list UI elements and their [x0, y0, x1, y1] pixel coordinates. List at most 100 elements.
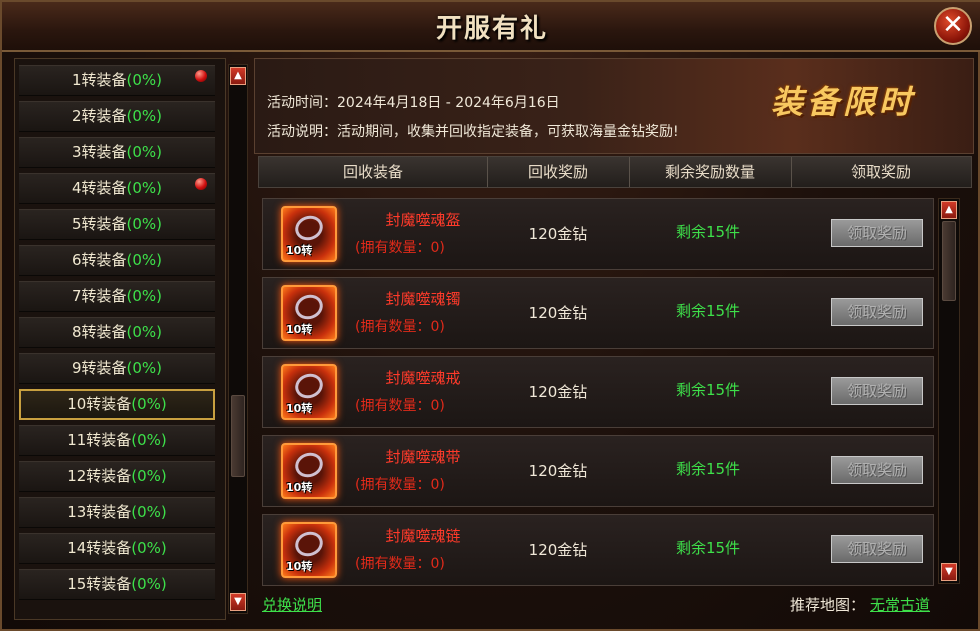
exchange-info-link[interactable]: 兑换说明: [262, 594, 322, 615]
equipment-icon[interactable]: 10转: [281, 206, 337, 262]
equipment-level: 10转: [286, 560, 313, 573]
sidebar-item-tier-10[interactable]: 10转装备(0%): [19, 389, 215, 420]
sidebar-item-label: 3转装备: [71, 143, 127, 161]
title-bar: 开服有礼 ✕: [2, 2, 980, 52]
col-claim: 领取奖励: [850, 163, 911, 181]
window-title: 开服有礼: [435, 14, 548, 44]
sidebar-item-progress: (0%): [131, 395, 167, 413]
scroll-up-icon[interactable]: ▲: [230, 67, 246, 85]
map-link[interactable]: 无常古道: [870, 594, 930, 615]
equipment-icon[interactable]: 10转: [281, 443, 337, 499]
sidebar-item-tier-7[interactable]: 7转装备(0%): [19, 281, 215, 312]
table-row: 10转 封魔噬魂盔 (拥有数量：0) 120金钻 剩余15件 领取奖励: [262, 198, 934, 270]
event-description: 活动说明：活动期间，收集并回收指定装备，可获取海量金钻奖励!: [267, 124, 679, 140]
claim-reward-button[interactable]: 领取奖励: [831, 456, 923, 484]
table-scrollbar[interactable]: ▲ ▼: [938, 198, 960, 584]
equipment-name: 封魔噬魂镯: [385, 290, 461, 308]
tier-list: 1转装备(0%) 2转装备(0%) 3转装备(0%) 4转装备(0%) 5转装备(0%)…: [14, 58, 226, 620]
claim-reward-button[interactable]: 领取奖励: [831, 219, 923, 247]
remaining-count: 剩余15件: [675, 381, 741, 399]
scroll-thumb[interactable]: [231, 395, 245, 477]
table-row: 10转 封魔噬魂镯 (拥有数量：0) 120金钻 剩余15件 领取奖励: [262, 277, 934, 349]
sidebar-item-progress: (0%): [131, 575, 167, 593]
sidebar-item-progress: (0%): [131, 467, 167, 485]
sidebar-item-tier-3[interactable]: 3转装备(0%): [19, 137, 215, 168]
gem-icon: [291, 290, 327, 324]
sidebar-item-progress: (0%): [126, 179, 163, 197]
sidebar-item-label: 10转装备: [67, 395, 132, 413]
remaining-count: 剩余15件: [675, 223, 741, 241]
owned-count: (拥有数量：0): [355, 319, 445, 335]
owned-count: (拥有数量：0): [355, 477, 445, 493]
equipment-icon[interactable]: 10转: [281, 522, 337, 578]
gem-icon: [291, 448, 327, 482]
claim-reward-button[interactable]: 领取奖励: [831, 298, 923, 326]
sidebar-item-tier-6[interactable]: 6转装备(0%): [19, 245, 215, 276]
event-time: 活动时间：2024年4月18日 - 2024年6月16日: [267, 95, 560, 111]
equipment-name: 封魔噬魂带: [385, 448, 461, 466]
sidebar-item-progress: (0%): [126, 323, 163, 341]
sidebar-item-label: 11转装备: [67, 431, 132, 449]
sidebar-item-progress: (0%): [126, 251, 163, 269]
sidebar-item-progress: (0%): [131, 503, 167, 521]
equipment-name: 封魔噬魂链: [385, 527, 461, 545]
scroll-thumb[interactable]: [942, 221, 956, 301]
equipment-level: 10转: [286, 244, 313, 257]
reward-amount: 120金钻: [528, 462, 588, 480]
sidebar-item-progress: (0%): [126, 215, 163, 233]
equipment-level: 10转: [286, 323, 313, 336]
sidebar-item-progress: (0%): [126, 107, 163, 125]
claim-reward-button[interactable]: 领取奖励: [831, 535, 923, 563]
equipment-level: 10转: [286, 481, 313, 494]
sidebar-item-label: 12转装备: [67, 467, 132, 485]
sidebar-item-tier-1[interactable]: 1转装备(0%): [19, 65, 215, 96]
close-icon[interactable]: ✕: [934, 7, 972, 45]
sidebar-item-progress: (0%): [131, 539, 167, 557]
sidebar-item-tier-11[interactable]: 11转装备(0%): [19, 425, 215, 456]
sidebar-item-tier-2[interactable]: 2转装备(0%): [19, 101, 215, 132]
scroll-down-icon[interactable]: ▼: [230, 593, 246, 611]
claim-reward-button[interactable]: 领取奖励: [831, 377, 923, 405]
sidebar-item-tier-4[interactable]: 4转装备(0%): [19, 173, 215, 204]
sidebar-item-label: 14转装备: [67, 539, 132, 557]
owned-count: (拥有数量：0): [355, 556, 445, 572]
sidebar-item-tier-5[interactable]: 5转装备(0%): [19, 209, 215, 240]
scroll-down-icon[interactable]: ▼: [941, 563, 957, 581]
reward-amount: 120金钻: [528, 225, 588, 243]
remaining-count: 剩余15件: [675, 460, 741, 478]
owned-count: (拥有数量：0): [355, 240, 445, 256]
sidebar-item-tier-13[interactable]: 13转装备(0%): [19, 497, 215, 528]
owned-count: (拥有数量：0): [355, 398, 445, 414]
map-label: 推荐地图：: [790, 596, 866, 614]
col-reward: 回收奖励: [487, 157, 630, 187]
gem-icon: [291, 527, 327, 561]
sidebar-item-tier-9[interactable]: 9转装备(0%): [19, 353, 215, 384]
table-row: 10转 封魔噬魂带 (拥有数量：0) 120金钻 剩余15件 领取奖励: [262, 435, 934, 507]
sidebar-item-progress: (0%): [126, 287, 163, 305]
event-banner: 活动时间：2024年4月18日 - 2024年6月16日 活动说明：活动期间，收…: [254, 58, 974, 154]
reward-amount: 120金钻: [528, 304, 588, 322]
sidebar-item-tier-15[interactable]: 15转装备(0%): [19, 569, 215, 600]
sidebar-item-tier-8[interactable]: 8转装备(0%): [19, 317, 215, 348]
table-row: 10转 封魔噬魂戒 (拥有数量：0) 120金钻 剩余15件 领取奖励: [262, 356, 934, 428]
sidebar-item-tier-12[interactable]: 12转装备(0%): [19, 461, 215, 492]
sidebar-item-label: 15转装备: [67, 575, 132, 593]
scroll-up-icon[interactable]: ▲: [941, 201, 957, 219]
remaining-count: 剩余15件: [675, 539, 741, 557]
sidebar-item-label: 9转装备: [71, 359, 127, 377]
sidebar-item-progress: (0%): [126, 143, 163, 161]
sidebar-item-label: 6转装备: [71, 251, 127, 269]
main-panel: 活动时间：2024年4月18日 - 2024年6月16日 活动说明：活动期间，收…: [254, 58, 974, 618]
tier-list-scrollbar[interactable]: ▲ ▼: [228, 64, 248, 614]
sidebar-item-label: 8转装备: [71, 323, 127, 341]
equipment-icon[interactable]: 10转: [281, 364, 337, 420]
sidebar-item-tier-14[interactable]: 14转装备(0%): [19, 533, 215, 564]
equipment-name: 封魔噬魂戒: [385, 369, 461, 387]
gem-icon: [291, 211, 327, 245]
equipment-name: 封魔噬魂盔: [385, 211, 461, 229]
remaining-count: 剩余15件: [675, 302, 741, 320]
equipment-icon[interactable]: 10转: [281, 285, 337, 341]
sidebar-item-label: 4转装备: [71, 179, 127, 197]
sidebar-item-label: 13转装备: [67, 503, 132, 521]
col-equipment: 回收装备: [259, 157, 488, 187]
